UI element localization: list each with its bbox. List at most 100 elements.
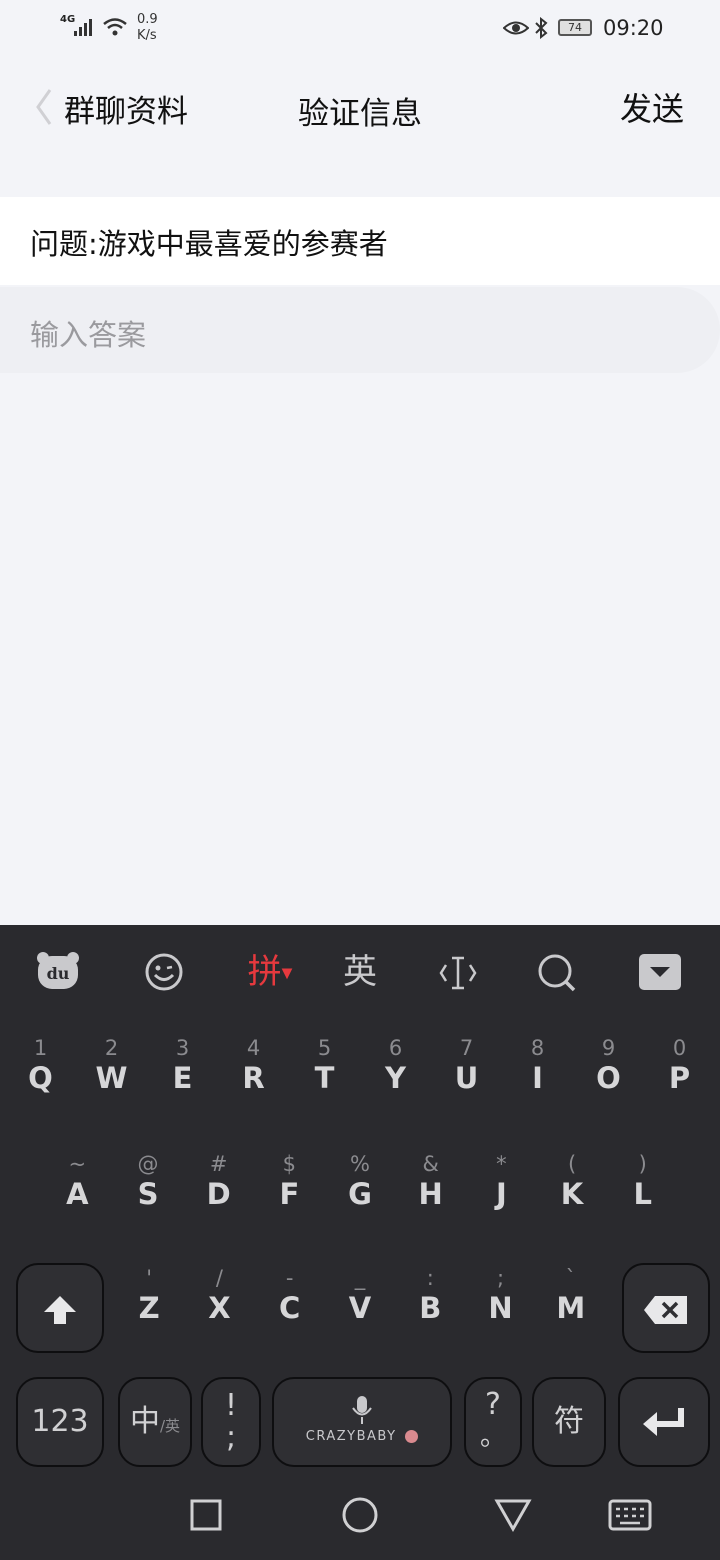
zh-en-switch-key[interactable]: 中/英 xyxy=(118,1377,192,1467)
key-z[interactable]: ' Z xyxy=(114,1265,184,1345)
home-icon[interactable] xyxy=(330,1485,390,1545)
key-primary-label: R xyxy=(242,1061,265,1095)
key-primary-label: F xyxy=(279,1177,300,1211)
key-y[interactable]: 6Y xyxy=(360,1035,431,1115)
space-key[interactable]: CRAZYBABY xyxy=(272,1377,452,1467)
key-a[interactable]: ~ A xyxy=(42,1151,113,1231)
key-secondary-label: 3 xyxy=(175,1036,190,1060)
key-r[interactable]: 4R xyxy=(218,1035,289,1115)
key-secondary-label: & xyxy=(422,1152,439,1176)
key-primary-label: T xyxy=(314,1061,335,1095)
key-b[interactable]: :B xyxy=(395,1265,465,1345)
exclamation-label: ! xyxy=(224,1388,238,1423)
key-primary-label: A xyxy=(66,1177,89,1211)
enter-key[interactable] xyxy=(618,1377,710,1467)
key-v[interactable]: _ V xyxy=(325,1265,395,1345)
key-x[interactable]: / X xyxy=(184,1265,254,1345)
key-secondary-label: ; xyxy=(497,1266,505,1290)
key-row-3: ' Z / X -C _ V :B ; N ` M xyxy=(114,1265,606,1345)
key-primary-label: V xyxy=(348,1291,372,1325)
status-bar: 4G 0.9 K/s 74 09:20 xyxy=(0,0,720,56)
key-primary-label: Z xyxy=(138,1291,160,1325)
key-primary-label: W xyxy=(95,1061,128,1095)
signal-icon xyxy=(74,19,92,36)
key-primary-label: U xyxy=(454,1061,479,1095)
english-mode-button[interactable]: 英 xyxy=(330,947,390,997)
key-primary-label: Y xyxy=(385,1061,406,1095)
key-c[interactable]: -C xyxy=(255,1265,325,1345)
key-k[interactable]: (K xyxy=(537,1151,608,1231)
symbols-key[interactable]: 符 xyxy=(532,1377,606,1467)
back-nav-icon[interactable] xyxy=(483,1485,543,1545)
key-g[interactable]: % G xyxy=(325,1151,396,1231)
key-p[interactable]: 0P xyxy=(644,1035,715,1115)
key-l[interactable]: ) L xyxy=(607,1151,678,1231)
key-secondary-label: 8 xyxy=(530,1036,545,1060)
answer-input[interactable]: 输入答案 xyxy=(0,287,720,373)
answer-placeholder: 输入答案 xyxy=(30,318,147,352)
key-h[interactable]: & H xyxy=(395,1151,466,1231)
key-primary-label: E xyxy=(172,1061,193,1095)
baidu-logo-icon[interactable]: du xyxy=(36,951,80,991)
key-i[interactable]: 8I xyxy=(502,1035,573,1115)
battery-icon: 74 xyxy=(558,19,592,36)
zh-label: 中 xyxy=(129,1404,160,1439)
keyboard-switch-icon[interactable] xyxy=(600,1485,660,1545)
key-secondary-label: ` xyxy=(565,1266,577,1290)
space-brand: CRAZYBABY xyxy=(274,1429,450,1444)
key-secondary-label: # xyxy=(209,1152,228,1176)
key-t[interactable]: 5T xyxy=(289,1035,360,1115)
key-m[interactable]: ` M xyxy=(536,1265,606,1345)
key-secondary-label: 5 xyxy=(317,1036,332,1060)
key-secondary-label: 6 xyxy=(388,1036,403,1060)
key-primary-label: G xyxy=(348,1177,372,1211)
speed-unit: K/s xyxy=(137,28,157,43)
microphone-icon xyxy=(352,1396,372,1424)
space-brand-text: CRAZYBABY xyxy=(305,1429,397,1444)
key-secondary-label: * xyxy=(496,1152,507,1176)
key-secondary-label: $ xyxy=(282,1152,297,1176)
wifi-icon xyxy=(103,18,127,36)
pinyin-mode-button[interactable]: 拼▼ xyxy=(240,947,300,997)
key-d[interactable]: # D xyxy=(183,1151,254,1231)
keyboard: du 拼▼ 英 1Q 2W 3E 4R 5T 6Y 7U 8I 9O 0P ~ A… xyxy=(0,925,720,1560)
key-w[interactable]: 2W xyxy=(76,1035,147,1115)
key-secondary-label: ~ xyxy=(68,1152,87,1176)
key-primary-label: Q xyxy=(28,1061,53,1095)
key-secondary-label: % xyxy=(350,1152,370,1176)
en-label: /英 xyxy=(159,1417,181,1435)
backspace-key[interactable] xyxy=(622,1263,710,1353)
key-secondary-label: 9 xyxy=(601,1036,616,1060)
key-e[interactable]: 3E xyxy=(147,1035,218,1115)
question-key[interactable]: ? 。 xyxy=(464,1377,522,1467)
question-label: ? xyxy=(485,1387,501,1422)
search-icon[interactable] xyxy=(536,952,578,994)
key-n[interactable]: ; N xyxy=(465,1265,535,1345)
network-speed: 0.9 K/s xyxy=(137,12,158,44)
emoji-icon[interactable] xyxy=(144,952,184,992)
speed-value: 0.9 xyxy=(137,12,158,27)
key-s[interactable]: @ S xyxy=(113,1151,184,1231)
clock: 09:20 xyxy=(603,16,664,40)
key-j[interactable]: * J xyxy=(466,1151,537,1231)
page-title: 验证信息 xyxy=(298,96,422,132)
punctuation-key[interactable]: ! ; xyxy=(201,1377,261,1467)
key-u[interactable]: 7U xyxy=(431,1035,502,1115)
enter-icon xyxy=(643,1408,684,1436)
shift-key[interactable] xyxy=(16,1263,104,1353)
key-primary-label: I xyxy=(532,1061,543,1095)
key-o[interactable]: 9O xyxy=(573,1035,644,1115)
numbers-key[interactable]: 123 xyxy=(16,1377,104,1467)
period-label: 。 xyxy=(479,1422,506,1452)
key-primary-label: K xyxy=(560,1177,584,1211)
key-primary-label: H xyxy=(418,1177,443,1211)
key-q[interactable]: 1Q xyxy=(5,1035,76,1115)
recent-apps-icon[interactable] xyxy=(176,1485,236,1545)
brand-dot-icon xyxy=(405,1430,419,1443)
cursor-move-icon[interactable] xyxy=(438,953,478,993)
send-button[interactable]: 发送 xyxy=(620,84,684,130)
hide-keyboard-icon[interactable] xyxy=(638,953,682,991)
backspace-icon xyxy=(644,1296,687,1324)
shift-arrow-icon xyxy=(44,1296,76,1324)
key-f[interactable]: $ F xyxy=(254,1151,325,1231)
